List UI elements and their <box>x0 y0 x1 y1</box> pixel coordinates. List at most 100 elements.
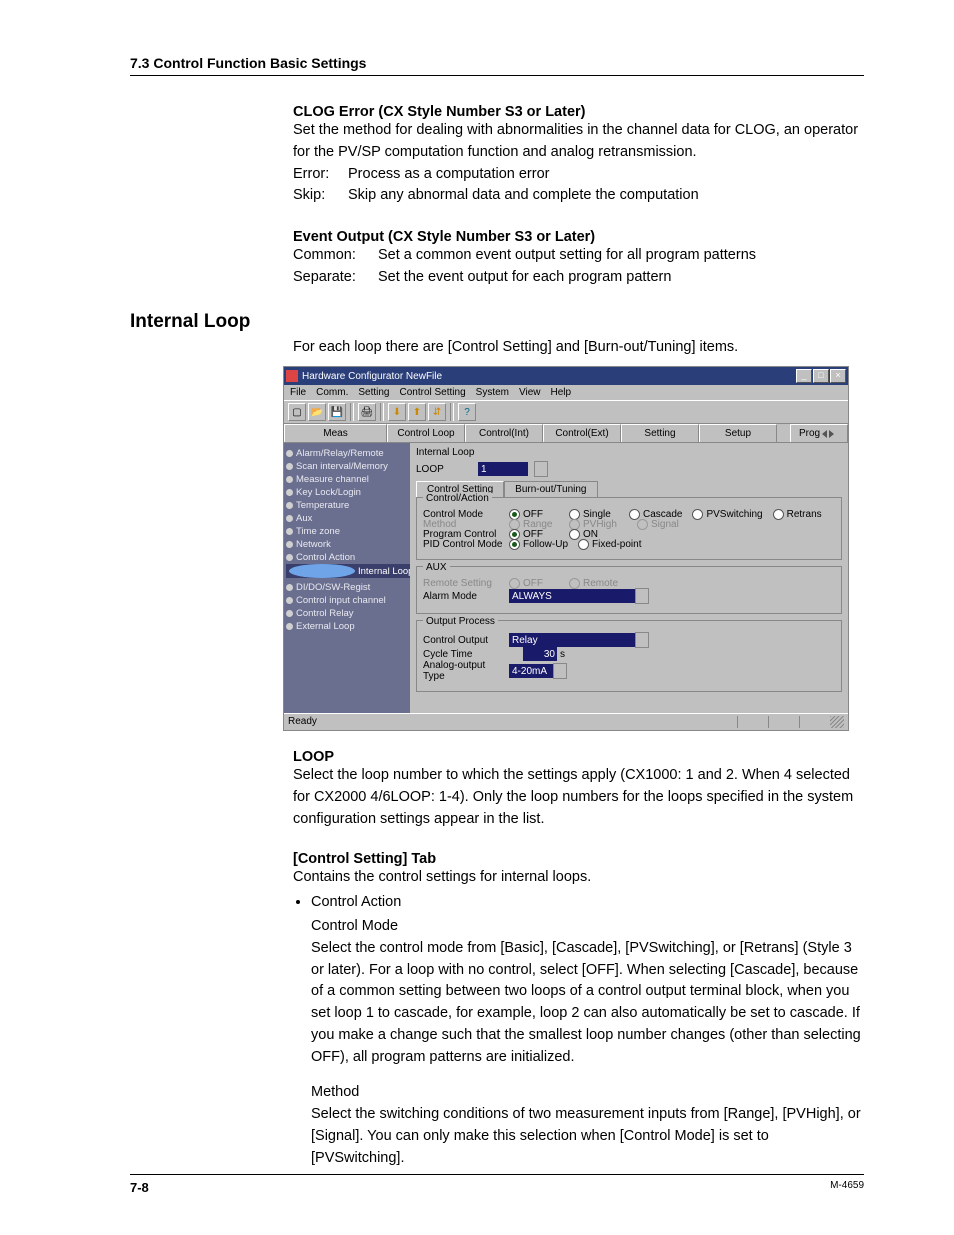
control-output-label: Control Output <box>423 635 509 646</box>
tree-item[interactable]: Measure channel <box>286 473 408 486</box>
maximize-button[interactable]: □ <box>813 369 829 383</box>
window-title: Hardware Configurator NewFile <box>302 371 795 382</box>
group-control-action: Control/Action Control Mode OFF Single C… <box>416 497 842 560</box>
control-mode-sublabel: Control Mode <box>311 916 864 938</box>
tree-item[interactable]: Key Lock/Login <box>286 486 408 499</box>
tree-item-label: Aux <box>296 513 312 524</box>
tree-item-label: Alarm/Relay/Remote <box>296 448 384 459</box>
tab-scroll[interactable]: Prog <box>790 424 848 442</box>
tab-control-loop[interactable]: Control Loop <box>387 424 465 442</box>
menu-help[interactable]: Help <box>551 387 572 398</box>
receive-icon[interactable]: ⬇ <box>388 403 406 421</box>
pid-follow-up[interactable]: Follow-Up <box>509 539 568 550</box>
tab-setup[interactable]: Setup <box>699 424 777 442</box>
tree-item[interactable]: Network <box>286 538 408 551</box>
tree-item[interactable]: External Loop <box>286 620 408 633</box>
tree-item[interactable]: Internal Loop <box>286 564 416 578</box>
alarm-mode-label: Alarm Mode <box>423 591 509 602</box>
menu-control-setting[interactable]: Control Setting <box>400 387 466 398</box>
tree-item-label: Control Relay <box>296 608 354 619</box>
subtab-burnout[interactable]: Burn-out/Tuning <box>504 481 597 497</box>
tab-left-icon[interactable] <box>822 430 827 438</box>
tree-bullet-icon <box>286 515 293 522</box>
nav-tree: Alarm/Relay/Remote Scan interval/Memory Me… <box>284 443 410 713</box>
tree-item-label: External Loop <box>296 621 355 632</box>
save-icon[interactable]: 💾 <box>328 403 346 421</box>
internal-loop-intro: For each loop there are [Control Setting… <box>293 337 864 359</box>
tree-item[interactable]: DI/DO/SW-Regist <box>286 581 408 594</box>
clog-intro: Set the method for dealing with abnormal… <box>293 120 864 164</box>
tab-control-int[interactable]: Control(Int) <box>465 424 543 442</box>
tree-bullet-icon <box>289 564 355 578</box>
tree-item[interactable]: Control Relay <box>286 607 408 620</box>
resize-grip-icon[interactable] <box>830 716 844 728</box>
event-heading: Event Output (CX Style Number S3 or Late… <box>293 229 864 245</box>
print-icon[interactable]: 🖨 <box>358 403 376 421</box>
analog-type-select[interactable]: 4-20mA <box>509 664 553 678</box>
tree-item[interactable]: Alarm/Relay/Remote <box>286 447 408 460</box>
form-panel: Internal Loop LOOP 1 Control Setting Bur… <box>410 443 848 713</box>
new-icon[interactable]: ▢ <box>288 403 306 421</box>
internal-loop-heading: Internal Loop <box>130 311 864 333</box>
tree-item-label: Measure channel <box>296 474 369 485</box>
tree-item-label: Scan interval/Memory <box>296 461 388 472</box>
running-header: 7.3 Control Function Basic Settings <box>130 55 864 76</box>
clog-error-key: Error: <box>293 164 348 186</box>
tree-item[interactable]: Control Action <box>286 551 408 564</box>
menu-file[interactable]: File <box>290 387 306 398</box>
group-aux-label: AUX <box>423 562 450 573</box>
control-mode-pvswitching[interactable]: PVSwitching <box>692 509 762 520</box>
pid-fixed-point[interactable]: Fixed-point <box>578 539 641 550</box>
control-setting-tab-heading: [Control Setting] Tab <box>293 851 864 867</box>
tree-item[interactable]: Scan interval/Memory <box>286 460 408 473</box>
tree-item[interactable]: Time zone <box>286 525 408 538</box>
method-sublabel: Method <box>311 1082 864 1104</box>
tree-item-label: Key Lock/Login <box>296 487 361 498</box>
tree-item[interactable]: Aux <box>286 512 408 525</box>
menu-comm[interactable]: Comm. <box>316 387 348 398</box>
app-icon <box>286 370 298 382</box>
send-icon[interactable]: ⬆ <box>408 403 426 421</box>
minimize-button[interactable]: _ <box>796 369 812 383</box>
tab-setting[interactable]: Setting <box>621 424 699 442</box>
loop-dropdown-icon[interactable] <box>534 461 548 477</box>
alarm-mode-select[interactable]: ALWAYS <box>509 589 635 603</box>
tree-item[interactable]: Temperature <box>286 499 408 512</box>
menubar: File Comm. Setting Control Setting Syste… <box>284 385 848 400</box>
alarm-dd-icon[interactable] <box>635 588 649 604</box>
bullet-control-action: Control Action <box>311 892 864 914</box>
transfer-icon[interactable]: ⇵ <box>428 403 446 421</box>
close-button[interactable]: × <box>830 369 846 383</box>
tree-bullet-icon <box>286 502 293 509</box>
form-title: Internal Loop <box>416 447 842 458</box>
control-output-select[interactable]: Relay <box>509 633 635 647</box>
group-output: Output Process Control Output Relay Cycl… <box>416 620 842 692</box>
menu-system[interactable]: System <box>476 387 509 398</box>
open-icon[interactable]: 📂 <box>308 403 326 421</box>
analog-dd-icon[interactable] <box>553 663 567 679</box>
cycle-time-input[interactable]: 30 <box>523 647 557 661</box>
tab-control-ext[interactable]: Control(Ext) <box>543 424 621 442</box>
control-mode-retrans[interactable]: Retrans <box>773 509 823 520</box>
tree-bullet-icon <box>286 554 293 561</box>
app-window: Hardware Configurator NewFile _ □ × File… <box>283 366 849 731</box>
loop-select[interactable]: 1 <box>478 462 528 476</box>
remote-remote: Remote <box>569 578 619 589</box>
control-output-dd-icon[interactable] <box>635 632 649 648</box>
clog-skip-key: Skip: <box>293 185 348 207</box>
tab-meas[interactable]: Meas <box>284 424 387 442</box>
method-text: Select the switching conditions of two m… <box>311 1104 864 1169</box>
menu-setting[interactable]: Setting <box>358 387 389 398</box>
cycle-time-unit: s <box>560 649 565 660</box>
analog-type-label: Analog-output Type <box>423 660 509 682</box>
main-tabs: Meas Control Loop Control(Int) Control(E… <box>284 424 848 443</box>
menu-view[interactable]: View <box>519 387 541 398</box>
tree-bullet-icon <box>286 528 293 535</box>
event-separate-val: Set the event output for each program pa… <box>378 267 864 289</box>
clog-skip-val: Skip any abnormal data and complete the … <box>348 185 864 207</box>
statusbar: Ready <box>284 713 848 730</box>
tab-right-icon[interactable] <box>829 430 834 438</box>
tree-item-label: Temperature <box>296 500 349 511</box>
tree-item[interactable]: Control input channel <box>286 594 408 607</box>
help-icon[interactable]: ? <box>458 403 476 421</box>
